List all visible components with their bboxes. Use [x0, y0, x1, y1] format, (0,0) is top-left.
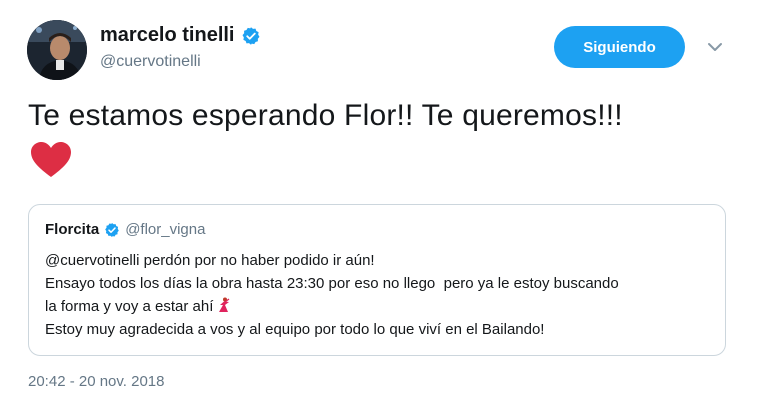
verified-badge-icon — [241, 26, 261, 46]
quoted-tweet-text: @cuervotinelli perdón por no haber podid… — [45, 249, 715, 341]
avatar-photo — [27, 20, 87, 80]
following-button[interactable]: Siguiendo — [554, 26, 685, 68]
quoted-text-line: Ensayo todos los días la obra hasta 23:3… — [45, 275, 619, 292]
red-heart-icon — [29, 141, 73, 179]
tweet-timestamp[interactable]: 20:42 - 20 nov. 2018 — [28, 373, 165, 390]
verified-badge-icon — [104, 222, 120, 238]
quoted-text-line: Estoy muy agradecida a vos y al equipo p… — [45, 321, 545, 338]
author-handle[interactable]: @cuervotinelli — [100, 53, 201, 71]
quoted-tweet-card[interactable]: Florcita @flor_vigna @cuervotinelli perd… — [28, 204, 726, 356]
quoted-text-line-with-emoji: la forma y voy a estar ahí — [45, 295, 715, 318]
quoted-text-line: @cuervotinelli perdón por no haber podid… — [45, 252, 375, 269]
chevron-down-icon[interactable] — [706, 40, 724, 54]
quoted-tweet-header: Florcita @flor_vigna — [45, 221, 205, 238]
quoted-text-line: la forma y voy a estar ahí — [45, 298, 214, 315]
dancer-icon — [217, 297, 231, 313]
author-display-name[interactable]: marcelo tinelli — [100, 24, 235, 47]
avatar[interactable] — [27, 20, 87, 80]
quoted-author-name[interactable]: Florcita — [45, 221, 99, 238]
quoted-author-handle[interactable]: @flor_vigna — [125, 221, 205, 238]
tweet-text: Te estamos esperando Flor!! Te queremos!… — [28, 99, 623, 132]
author-name-row: marcelo tinelli — [100, 24, 261, 47]
